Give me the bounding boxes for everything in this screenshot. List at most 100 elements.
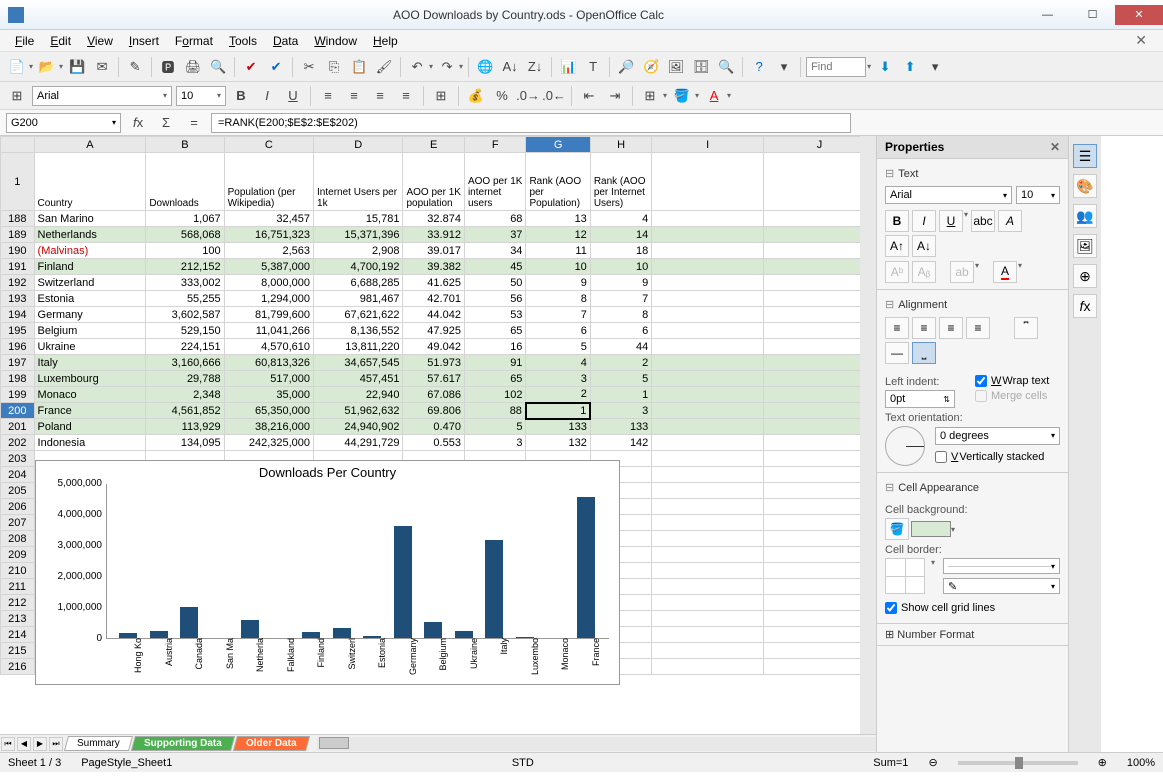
- currency-icon[interactable]: 💰: [465, 85, 487, 107]
- tab-prev-icon[interactable]: ◀: [17, 737, 31, 751]
- menu-view[interactable]: View: [80, 32, 120, 50]
- panel-shrink-button[interactable]: A↓: [912, 235, 936, 257]
- panel-align-center[interactable]: ≡: [912, 317, 936, 339]
- spellcheck-icon[interactable]: ✔: [240, 56, 262, 78]
- panel-align-right[interactable]: ≡: [939, 317, 963, 339]
- help-icon[interactable]: ?: [748, 56, 770, 78]
- menu-help[interactable]: Help: [366, 32, 405, 50]
- find-next-icon[interactable]: ⬇: [874, 56, 896, 78]
- chart-icon[interactable]: 📊: [557, 56, 579, 78]
- print-icon[interactable]: 🖨: [182, 56, 204, 78]
- panel-highlight-button[interactable]: ab: [950, 261, 974, 283]
- panel-italic-button[interactable]: I: [912, 210, 936, 232]
- panel-super-button[interactable]: Aᵇ: [885, 261, 909, 283]
- menu-insert[interactable]: Insert: [122, 32, 166, 50]
- panel-fontcolor-button[interactable]: A: [993, 261, 1017, 283]
- preview-icon[interactable]: 🔍: [207, 56, 229, 78]
- gallery-icon[interactable]: 🖼: [665, 56, 687, 78]
- add-decimal-icon[interactable]: .0→: [517, 85, 539, 107]
- email-icon[interactable]: ✉: [91, 56, 113, 78]
- merge-icon[interactable]: ⊞: [430, 85, 452, 107]
- panel-size-select[interactable]: 10▾: [1016, 186, 1060, 204]
- formula-input[interactable]: =RANK(E200;$E$2:$E$202): [211, 113, 851, 133]
- decrease-indent-icon[interactable]: ⇤: [578, 85, 600, 107]
- border-style-select[interactable]: ▾: [943, 558, 1060, 574]
- tab-next-icon[interactable]: ▶: [33, 737, 47, 751]
- maximize-button[interactable]: ☐: [1070, 5, 1115, 25]
- new-icon[interactable]: 📄: [6, 56, 28, 78]
- section-text[interactable]: Text: [885, 165, 1060, 186]
- fill-icon[interactable]: 🪣: [885, 518, 909, 540]
- degrees-select[interactable]: 0 degrees▾: [935, 427, 1060, 445]
- border-color-select[interactable]: ✎▾: [943, 578, 1060, 594]
- tab-first-icon[interactable]: ⏮: [1, 737, 15, 751]
- menu-data[interactable]: Data: [266, 32, 305, 50]
- edit-icon[interactable]: ✎: [124, 56, 146, 78]
- sidebar-close-icon[interactable]: ✕: [1050, 140, 1060, 154]
- orientation-dial[interactable]: [885, 426, 925, 466]
- toolbar-overflow-icon[interactable]: ▾: [924, 56, 946, 78]
- panel-valign-bottom[interactable]: ⎵: [912, 342, 936, 364]
- borders-icon[interactable]: ⊞: [639, 85, 661, 107]
- italic-button[interactable]: I: [256, 85, 278, 107]
- panel-sub-button[interactable]: Aᵦ: [912, 261, 936, 283]
- gridlines-checkbox[interactable]: Show cell grid lines: [885, 602, 1060, 614]
- sidetab-gallery-icon[interactable]: 👥: [1073, 204, 1097, 228]
- sort-desc-icon[interactable]: Z↓: [524, 56, 546, 78]
- sidetab-navigator-icon[interactable]: 🖼: [1073, 234, 1097, 258]
- font-name-select[interactable]: Arial▾: [32, 86, 172, 106]
- font-size-select[interactable]: 10▾: [176, 86, 226, 106]
- align-justify-icon[interactable]: ≡: [395, 85, 417, 107]
- panel-valign-mid[interactable]: ―: [885, 342, 909, 364]
- autospell-icon[interactable]: ✔: [265, 56, 287, 78]
- bgcolor-icon[interactable]: 🪣: [671, 85, 693, 107]
- fontcolor-icon[interactable]: A: [703, 85, 725, 107]
- panel-underline-button[interactable]: U: [939, 210, 963, 232]
- percent-icon[interactable]: %: [491, 85, 513, 107]
- panel-font-select[interactable]: Arial▾: [885, 186, 1012, 204]
- cell-reference-input[interactable]: G200▾: [6, 113, 121, 133]
- menu-tools[interactable]: Tools: [222, 32, 264, 50]
- paste-icon[interactable]: 📋: [348, 56, 370, 78]
- save-icon[interactable]: 💾: [66, 56, 88, 78]
- bold-button[interactable]: B: [230, 85, 252, 107]
- hyperlink-icon[interactable]: 🌐: [474, 56, 496, 78]
- align-center-icon[interactable]: ≡: [343, 85, 365, 107]
- section-number[interactable]: Number Format: [897, 629, 974, 641]
- pdf-icon[interactable]: 🅿: [157, 56, 179, 78]
- sum-icon[interactable]: Σ: [155, 112, 177, 134]
- panel-valign-top[interactable]: ⎴: [1014, 317, 1038, 339]
- find-input[interactable]: [806, 57, 866, 77]
- border-preview[interactable]: [885, 558, 925, 594]
- zoom-minus-icon[interactable]: ⊖: [928, 756, 937, 769]
- sidetab-properties-icon[interactable]: ☰: [1073, 144, 1097, 168]
- menu-format[interactable]: Format: [168, 32, 220, 50]
- align-right-icon[interactable]: ≡: [369, 85, 391, 107]
- toolbar-menu-icon[interactable]: ▾: [773, 56, 795, 78]
- zoom-plus-icon[interactable]: ⊕: [1098, 756, 1107, 769]
- sheet-tab-supporting[interactable]: Supporting Data: [131, 736, 235, 751]
- cut-icon[interactable]: ✂: [298, 56, 320, 78]
- increase-indent-icon[interactable]: ⇥: [604, 85, 626, 107]
- tab-last-icon[interactable]: ⏭: [49, 737, 63, 751]
- sheet-tab-summary[interactable]: Summary: [64, 736, 133, 751]
- text-icon[interactable]: T: [582, 56, 604, 78]
- close-doc-button[interactable]: ✕: [1127, 32, 1155, 49]
- indent-input[interactable]: 0pt⇅: [885, 390, 955, 408]
- section-cell[interactable]: Cell Appearance: [885, 479, 1060, 500]
- find-prev-icon[interactable]: ⬆: [899, 56, 921, 78]
- panel-strike-button[interactable]: abc: [971, 210, 995, 232]
- vertical-scrollbar[interactable]: [860, 136, 876, 734]
- panel-grow-button[interactable]: A↑: [885, 235, 909, 257]
- minimize-button[interactable]: —: [1025, 5, 1070, 25]
- zoom-slider[interactable]: [958, 761, 1078, 765]
- zoom-icon[interactable]: 🔍: [715, 56, 737, 78]
- sidetab-fx-icon[interactable]: fx: [1073, 294, 1097, 318]
- sheet-tab-older[interactable]: Older Data: [233, 736, 310, 751]
- sort-asc-icon[interactable]: A↓: [499, 56, 521, 78]
- find-icon[interactable]: 🔎: [615, 56, 637, 78]
- function-wizard-icon[interactable]: fx: [127, 112, 149, 134]
- open-icon[interactable]: 📂: [36, 56, 58, 78]
- section-alignment[interactable]: Alignment: [885, 296, 1060, 317]
- sidetab-functions-icon[interactable]: ⊕: [1073, 264, 1097, 288]
